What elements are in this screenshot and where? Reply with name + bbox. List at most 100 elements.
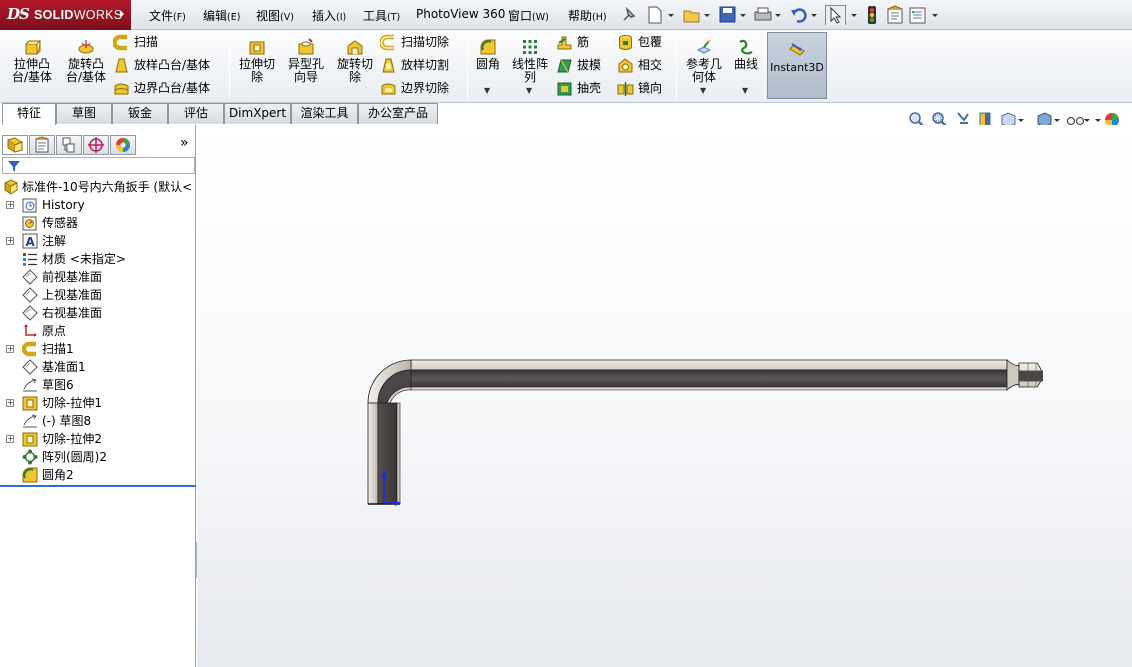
previous-view-icon[interactable] xyxy=(957,112,969,124)
expand-icon[interactable]: + xyxy=(6,399,14,407)
tab-feature-manager[interactable] xyxy=(2,135,28,155)
shell-button[interactable]: 抽壳 xyxy=(556,79,601,97)
expand-icon[interactable]: + xyxy=(6,345,14,353)
curves-dropdown-icon[interactable]: ▼ xyxy=(742,86,748,95)
lofted-cut-label: 放样切割 xyxy=(401,58,450,72)
extrude-boss-icon xyxy=(25,40,41,55)
fillet-dropdown-icon[interactable]: ▼ xyxy=(484,86,490,95)
fillet-icon xyxy=(22,467,38,483)
revolve-boss-button[interactable]: 旋转凸 台/基体 xyxy=(60,38,112,84)
new-document-icon[interactable] xyxy=(646,5,676,25)
wrap-button[interactable]: 包覆 xyxy=(617,33,662,51)
sweep-button[interactable]: 扫描 xyxy=(113,33,158,51)
print-icon[interactable] xyxy=(753,5,783,25)
reference-geometry-icon xyxy=(696,39,712,54)
boundary-boss-icon xyxy=(114,83,129,95)
linear-pattern-button[interactable]: 线性阵 列 xyxy=(508,38,552,84)
expand-icon[interactable]: + xyxy=(6,435,14,443)
instant3d-button[interactable]: Instant3D xyxy=(767,32,827,99)
loft-boss-icon xyxy=(115,58,128,73)
command-manager: 拉伸凸 台/基体 旋转凸 台/基体 扫描 放样凸台/基体 边界凸台/基体 拉伸切… xyxy=(0,30,1132,103)
expand-icon[interactable]: + xyxy=(6,201,14,209)
rollback-bar[interactable] xyxy=(0,485,196,487)
menu-edit[interactable]: 编辑(E) xyxy=(203,7,240,24)
curves-button[interactable]: 曲线 xyxy=(730,38,762,71)
hex-key-model[interactable] xyxy=(197,125,1132,667)
tab-configuration-manager[interactable] xyxy=(56,135,82,155)
reference-geometry-button[interactable]: 参考几 何体 xyxy=(682,38,726,84)
select-icon[interactable] xyxy=(825,5,861,25)
display-manager-icon xyxy=(116,138,130,152)
menu-insert[interactable]: 插入(I) xyxy=(312,7,346,24)
swept-cut-label: 扫描切除 xyxy=(401,35,450,49)
tab-dimxpert[interactable]: DimXpert xyxy=(224,103,291,124)
tree-root-part[interactable]: 标准件-10号内六角扳手 (默认< xyxy=(0,178,196,196)
revolve-boss-label: 旋转凸 台/基体 xyxy=(65,57,107,84)
extrude-cut-button[interactable]: 拉伸切 除 xyxy=(234,38,280,84)
open-folder-icon[interactable] xyxy=(682,5,712,25)
tab-office-products[interactable]: 办公室产品 xyxy=(358,103,438,124)
tab-display-manager[interactable] xyxy=(110,135,136,155)
menu-tools[interactable]: 工具(T) xyxy=(363,7,400,24)
configuration-manager-icon xyxy=(62,137,75,153)
solidworks-logo[interactable]: DS SOLIDWORKS xyxy=(0,0,131,30)
feature-tree-filter[interactable] xyxy=(2,157,195,174)
revolve-cut-button[interactable]: 旋转切 除 xyxy=(332,38,378,84)
fillet-icon xyxy=(480,39,496,55)
cut-extrude-icon xyxy=(22,432,38,447)
pattern-dropdown-icon[interactable]: ▼ xyxy=(526,86,532,95)
hide-show-items-icon[interactable] xyxy=(1066,116,1091,126)
menu-file[interactable]: 文件(F) xyxy=(149,7,186,24)
loft-boss-label: 放样凸台/基体 xyxy=(134,58,211,72)
options-icon[interactable] xyxy=(908,5,940,25)
mirror-button[interactable]: 镜向 xyxy=(617,79,662,97)
plane-icon xyxy=(22,287,38,303)
plane-icon xyxy=(22,359,38,375)
history-icon xyxy=(22,198,37,213)
menu-photoview[interactable]: PhotoView 360 xyxy=(416,7,505,21)
sketch-icon xyxy=(23,414,37,428)
swept-cut-button[interactable]: 扫描切除 xyxy=(380,33,449,51)
rebuild-icon[interactable] xyxy=(864,5,880,25)
hole-wizard-button[interactable]: 异型孔 向导 xyxy=(283,38,329,84)
graphics-area[interactable] xyxy=(197,125,1132,667)
file-properties-icon[interactable] xyxy=(885,5,905,25)
tab-dimxpert-manager[interactable] xyxy=(83,135,109,155)
extrude-boss-button[interactable]: 拉伸凸 台/基体 xyxy=(8,38,56,84)
lofted-cut-button[interactable]: 放样切割 xyxy=(380,56,449,74)
boundary-boss-button[interactable]: 边界凸台/基体 xyxy=(113,79,210,97)
extrude-cut-label: 拉伸切 除 xyxy=(238,57,275,84)
menu-help[interactable]: 帮助(H) xyxy=(568,7,607,24)
rib-button[interactable]: 筋 xyxy=(556,33,589,51)
rib-label: 筋 xyxy=(577,35,590,49)
menu-view[interactable]: 视图(V) xyxy=(256,7,294,24)
sweep-icon xyxy=(22,341,36,357)
undo-icon[interactable] xyxy=(789,5,819,25)
rib-icon xyxy=(557,36,572,50)
expand-tabs-icon[interactable]: » xyxy=(180,135,189,151)
expand-icon[interactable]: + xyxy=(6,237,14,245)
draft-button[interactable]: 拔模 xyxy=(556,56,601,74)
tab-features[interactable]: 特征 xyxy=(2,103,56,125)
fillet-button[interactable]: 圆角 xyxy=(472,38,504,71)
menu-window[interactable]: 窗口(W) xyxy=(508,7,549,24)
ribbon-separator xyxy=(229,33,230,99)
hole-wizard-label: 异型孔 向导 xyxy=(287,57,324,84)
pin-icon[interactable] xyxy=(620,5,638,25)
tab-sketch[interactable]: 草图 xyxy=(56,103,112,124)
boundary-cut-button[interactable]: 边界切除 xyxy=(380,79,449,97)
tab-sheet-metal[interactable]: 钣金 xyxy=(112,103,168,124)
tab-property-manager[interactable] xyxy=(29,135,55,155)
intersect-button[interactable]: 相交 xyxy=(617,56,662,74)
reference-geometry-dropdown-icon[interactable]: ▼ xyxy=(700,86,706,95)
tab-evaluate[interactable]: 评估 xyxy=(168,103,224,124)
boundary-cut-icon xyxy=(381,83,396,95)
draft-label: 拔模 xyxy=(577,58,602,72)
revolve-boss-icon xyxy=(78,40,94,54)
feature-manager-panel: » 标准件-10号内六角扳手 (默认< + History 传感器 + A 注解… xyxy=(0,125,196,667)
loft-boss-button[interactable]: 放样凸台/基体 xyxy=(113,56,210,74)
logo-text: SOLIDWORKS xyxy=(34,8,123,22)
tab-render-tools[interactable]: 渲染工具 xyxy=(291,103,358,124)
linear-pattern-label: 线性阵 列 xyxy=(511,57,548,84)
save-icon[interactable] xyxy=(718,5,748,25)
